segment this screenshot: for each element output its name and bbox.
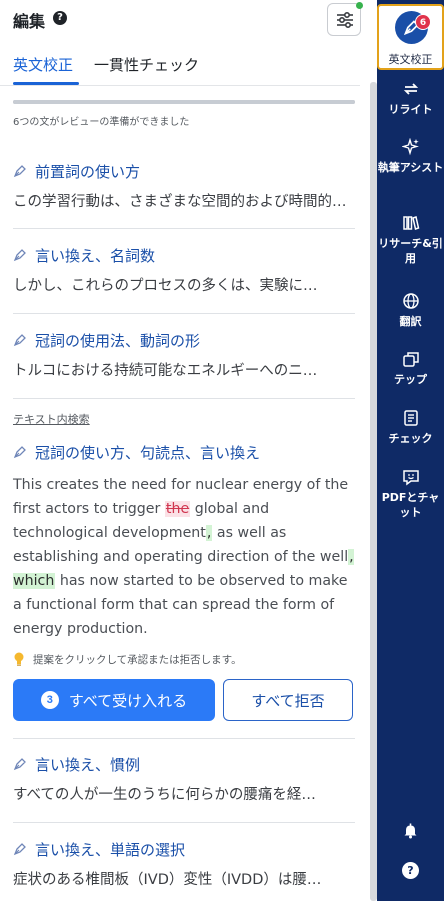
page-title: 編集 (13, 12, 46, 31)
review-progress-fill (13, 100, 355, 104)
globe-icon (402, 293, 419, 309)
card-divider (13, 398, 355, 399)
suggestion-category: 言い換え、慣例 (35, 755, 141, 774)
tab-consistency-check[interactable]: 一貫性チェック (94, 54, 199, 75)
help-circle-icon[interactable]: ? (402, 862, 419, 879)
sidebar-item-label: チェック (388, 432, 433, 445)
suggestion-snippet: この学習行動は、さまざまな空間的および時間的… (13, 194, 347, 210)
suggestion-snippet: すべての人が一生のうちに何らかの腰痛を経… (13, 787, 316, 803)
text-segment: has now started to be observed to make a… (13, 573, 348, 637)
suggestion-card-title: 言い換え、単語の選択 (13, 838, 185, 860)
suggestion-snippet: しかし、これらのプロセスの多くは、実験に… (13, 278, 318, 294)
rewrite-arrows-icon (403, 83, 418, 95)
copy-windows-icon (402, 352, 419, 367)
sidebar-item-proofreading[interactable]: 6 英文校正 (377, 4, 444, 70)
sidebar-item-label: 執筆アシスト (377, 161, 444, 174)
sidebar-item-label: 英文校正 (388, 53, 433, 66)
notification-badge: 6 (415, 14, 431, 30)
pen-nib-icon (13, 165, 26, 178)
hint-row: 提案をクリックして承認または拒否します。 (13, 651, 242, 667)
sidebar-item-label: 翻訳 (399, 315, 422, 328)
card-divider (13, 313, 355, 314)
suggestion-snippet: 症状のある椎間板（IVD）変性（IVDD）は腰… (13, 872, 322, 888)
sidebar-item-label: リライト (388, 103, 433, 116)
accept-count-badge: 3 (40, 691, 59, 709)
suggestion-snippet: トルコにおける持続可能なエネルギーへのニ… (13, 363, 318, 379)
pen-nib-icon (13, 758, 26, 771)
sidebar-item-label: PDFとチャット (381, 491, 440, 519)
bell-icon (404, 823, 417, 839)
panel-header: 編集 ? (0, 0, 370, 42)
sparkle-icon (401, 138, 419, 156)
sidebar-item-translate[interactable]: 翻訳 (377, 292, 444, 329)
card-divider (13, 738, 355, 739)
suggestion-card-title: 言い換え、慣例 (13, 753, 140, 775)
pen-nib-icon (13, 446, 26, 459)
suggestion-text: This creates the need for nuclear energy… (13, 473, 355, 641)
reject-all-button[interactable]: すべて拒否 (223, 679, 353, 721)
sidebar-item-writing-assist[interactable]: 執筆アシスト (377, 138, 444, 175)
books-icon (402, 216, 419, 230)
tab-bar: 英文校正 一貫性チェック (0, 42, 360, 86)
hint-text: 提案をクリックして承認または拒否します。 (33, 653, 242, 666)
suggestion-card-title: 前置詞の使い方 (13, 160, 140, 182)
sidebar-item-label: リサーチ&引用 (378, 237, 443, 265)
section-label-in-text-search[interactable]: テキスト内検索 (13, 411, 90, 427)
suggestion-category: 冠詞の使い方、句読点、言い換え (35, 443, 261, 462)
review-status-text: 6つの文がレビューの準備ができました (13, 117, 190, 128)
sidebar-item-check[interactable]: チェック (377, 409, 444, 446)
accept-all-button[interactable]: 3 すべて受け入れる (13, 679, 215, 721)
tab-proofreading[interactable]: 英文校正 (13, 54, 73, 75)
suggestion-category: 言い換え、単語の選択 (35, 840, 186, 859)
suggestion-category: 冠詞の使用法、動詞の形 (35, 331, 201, 350)
suggestion-card-title: 冠詞の使用法、動詞の形 (13, 329, 200, 351)
suggestion-category: 前置詞の使い方 (35, 162, 141, 181)
active-tab-indicator (13, 82, 79, 85)
notifications-button[interactable] (402, 822, 419, 839)
sliders-icon (337, 11, 353, 29)
tools-sidebar: 6 英文校正 リライト 執筆アシスト リサーチ&引用 翻訳 テップ チェック P… (377, 0, 444, 901)
suggestion-category: 言い換え、名詞数 (35, 246, 156, 265)
pen-nib-icon (13, 843, 26, 856)
checklist-icon (403, 410, 418, 426)
sidebar-item-chat-pdf[interactable]: PDFとチャット (377, 468, 444, 520)
online-status-dot (356, 2, 363, 9)
accept-all-label: すべて受け入れる (68, 692, 188, 710)
sidebar-item-rewrite[interactable]: リライト (377, 80, 444, 117)
suggestion-card-title: 言い換え、名詞数 (13, 244, 155, 266)
pen-nib-icon (13, 334, 26, 347)
proofreading-panel: 編集 ? 英文校正 一貫性チェック 6つの文がレビューの準備ができました 前置詞… (0, 0, 370, 901)
pen-nib-icon (13, 249, 26, 262)
sidebar-item-copy[interactable]: テップ (377, 350, 444, 387)
sidebar-item-research-citation[interactable]: リサーチ&引用 (377, 214, 444, 266)
card-divider (13, 228, 355, 229)
lightbulb-icon (14, 652, 24, 666)
card-divider (13, 822, 355, 823)
sidebar-item-label: テップ (394, 373, 427, 386)
chat-pdf-icon (402, 470, 419, 486)
suggestion-card-title: 冠詞の使い方、句読点、言い換え (13, 441, 260, 463)
filter-settings-button[interactable] (327, 3, 361, 36)
help-icon[interactable]: ? (53, 11, 67, 25)
deletion-suggestion[interactable]: the (164, 501, 191, 517)
review-progress-bar (13, 100, 355, 104)
panel-scrollbar[interactable] (370, 82, 377, 901)
